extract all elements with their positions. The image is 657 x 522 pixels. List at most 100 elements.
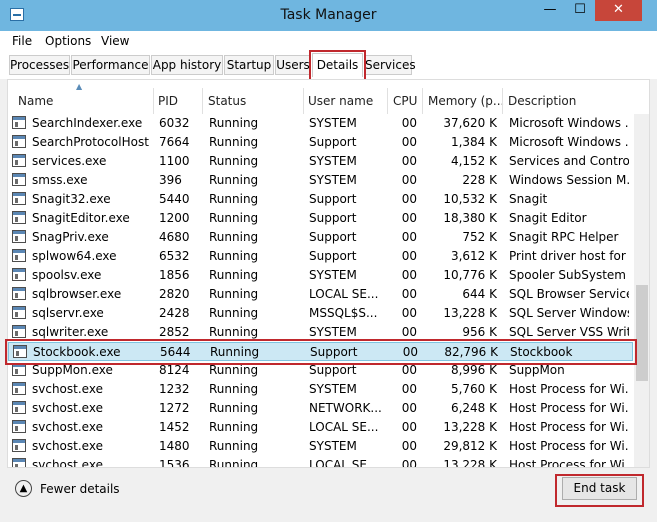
column-status[interactable]: Status [208,94,246,108]
column-divider[interactable] [153,88,154,114]
process-memory: 956 K [462,325,497,339]
process-description: Host Process for Wi... [509,382,629,396]
table-row[interactable]: svchost.exe 1536 Running LOCAL SE... 00 13,22… [8,456,633,468]
minimize-button[interactable]: — [536,0,564,21]
snagit-editor-icon [12,211,26,224]
process-status: Running [209,382,259,396]
app-window-icon [12,154,26,167]
maximize-button[interactable]: ☐ [566,0,594,21]
menu-view[interactable]: View [101,34,129,48]
table-row[interactable]: sqlbrowser.exe 2820 Running LOCAL SE... 00 64… [8,285,633,304]
table-row[interactable]: services.exe 1100 Running SYSTEM 00 4,152 K Se… [8,152,633,171]
chevron-up-icon[interactable]: ▲ [15,480,32,497]
process-cpu: 00 [401,268,417,282]
process-name: Snagit32.exe [32,192,111,206]
column-description[interactable]: Description [508,94,576,108]
process-pid: 1452 [159,420,190,434]
process-user: Support [309,363,357,377]
fewer-details-link[interactable]: Fewer details [40,482,120,496]
process-user: SYSTEM [309,268,357,282]
process-cpu: 00 [401,458,417,468]
process-status: Running [209,439,259,453]
column-divider[interactable] [387,88,388,114]
tab-performance[interactable]: Performance [71,55,150,75]
table-row[interactable]: Snagit32.exe 5440 Running Support 00 10,532 K… [8,190,633,209]
process-user: SYSTEM [309,173,357,187]
process-description: SQL Browser Service... [509,287,629,301]
table-row[interactable]: svchost.exe 1452 Running LOCAL SE... 00 13,22… [8,418,633,437]
process-user: SYSTEM [309,382,357,396]
process-description: Print driver host for ... [509,249,629,263]
process-pid: 1856 [159,268,190,282]
vertical-scrollbar[interactable] [634,114,649,467]
column-divider[interactable] [202,88,203,114]
snagit-icon [12,192,26,205]
table-row[interactable]: SnagPriv.exe 4680 Running Support 00 752 K Sna… [8,228,633,247]
table-row[interactable]: svchost.exe 1480 Running SYSTEM 00 29,812 K Ho… [8,437,633,456]
process-name: svchost.exe [32,439,103,453]
process-user: Support [309,230,357,244]
process-pid: 2820 [159,287,190,301]
process-cpu: 00 [401,401,417,415]
process-status: Running [209,154,259,168]
process-description: SQL Server Windows... [509,306,629,320]
table-row[interactable]: SearchIndexer.exe 6032 Running SYSTEM 00 37,6… [8,114,633,133]
process-description: Host Process for Wi... [509,439,629,453]
table-row[interactable]: svchost.exe 1232 Running SYSTEM 00 5,760 K Hos… [8,380,633,399]
tab-app-history[interactable]: App history [151,55,223,75]
process-user: Support [309,135,357,149]
search-protocol-icon [12,135,26,148]
process-description: Host Process for Wi... [509,401,629,415]
app-window-icon [12,173,26,186]
column-header-row: ▲ Name PID Status User name CPU Memory (… [8,80,649,114]
table-row[interactable]: smss.exe 396 Running SYSTEM 00 228 K Windows S… [8,171,633,190]
column-divider[interactable] [303,88,304,114]
column-memory[interactable]: Memory (p... [428,94,504,108]
menu-file[interactable]: File [12,34,32,48]
table-row[interactable]: SearchProtocolHost.... 7664 Running Support… [8,133,633,152]
process-pid: 6532 [159,249,190,263]
scrollbar-thumb[interactable] [636,285,648,381]
menu-options[interactable]: Options [45,34,91,48]
table-row[interactable]: splwow64.exe 6532 Running Support 00 3,612 K P… [8,247,633,266]
sort-ascending-icon: ▲ [76,82,83,91]
process-description: Spooler SubSystem ... [509,268,629,282]
process-status: Running [209,192,259,206]
column-pid[interactable]: PID [158,94,178,108]
process-memory: 644 K [462,287,497,301]
table-row[interactable]: SnagitEditor.exe 1200 Running Support 00 18,3… [8,209,633,228]
process-pid: 2852 [159,325,190,339]
process-memory: 29,812 K [443,439,497,453]
process-description: Microsoft Windows ... [509,116,629,130]
table-row[interactable]: svchost.exe 1272 Running NETWORK... 00 6,248 … [8,399,633,418]
tab-users[interactable]: Users [275,55,311,75]
title-bar: Task Manager — ☐ ✕ [0,0,657,31]
table-row[interactable]: sqlservr.exe 2428 Running MSSQL$S... 00 13,22… [8,304,633,323]
tab-startup[interactable]: Startup [224,55,274,75]
process-description: Host Process for Wi... [509,420,629,434]
process-pid: 1480 [159,439,190,453]
column-divider[interactable] [502,88,503,114]
process-cpu: 00 [401,382,417,396]
process-description: Host Process for Wi... [509,458,629,468]
process-status: Running [209,135,259,149]
process-description: Snagit [509,192,548,206]
process-status: Running [209,458,259,468]
process-name: SearchIndexer.exe [32,116,143,130]
tab-services[interactable]: Services [364,55,416,75]
column-cpu[interactable]: CPU [393,94,417,108]
process-name: splwow64.exe [32,249,117,263]
close-button[interactable]: ✕ [595,0,642,21]
column-user-name[interactable]: User name [308,94,373,108]
column-name[interactable]: Name [18,94,53,108]
column-divider[interactable] [422,88,423,114]
process-user: LOCAL SE... [309,458,379,468]
menu-bar: File Options View [0,31,657,51]
process-status: Running [209,401,259,415]
tab-processes[interactable]: Processes [9,55,70,75]
process-name: SnagPriv.exe [32,230,109,244]
process-name: SuppMon.exe [32,363,113,377]
process-cpu: 00 [401,173,417,187]
process-memory: 4,152 K [450,154,497,168]
table-row[interactable]: spoolsv.exe 1856 Running SYSTEM 00 10,776 K Sp… [8,266,633,285]
